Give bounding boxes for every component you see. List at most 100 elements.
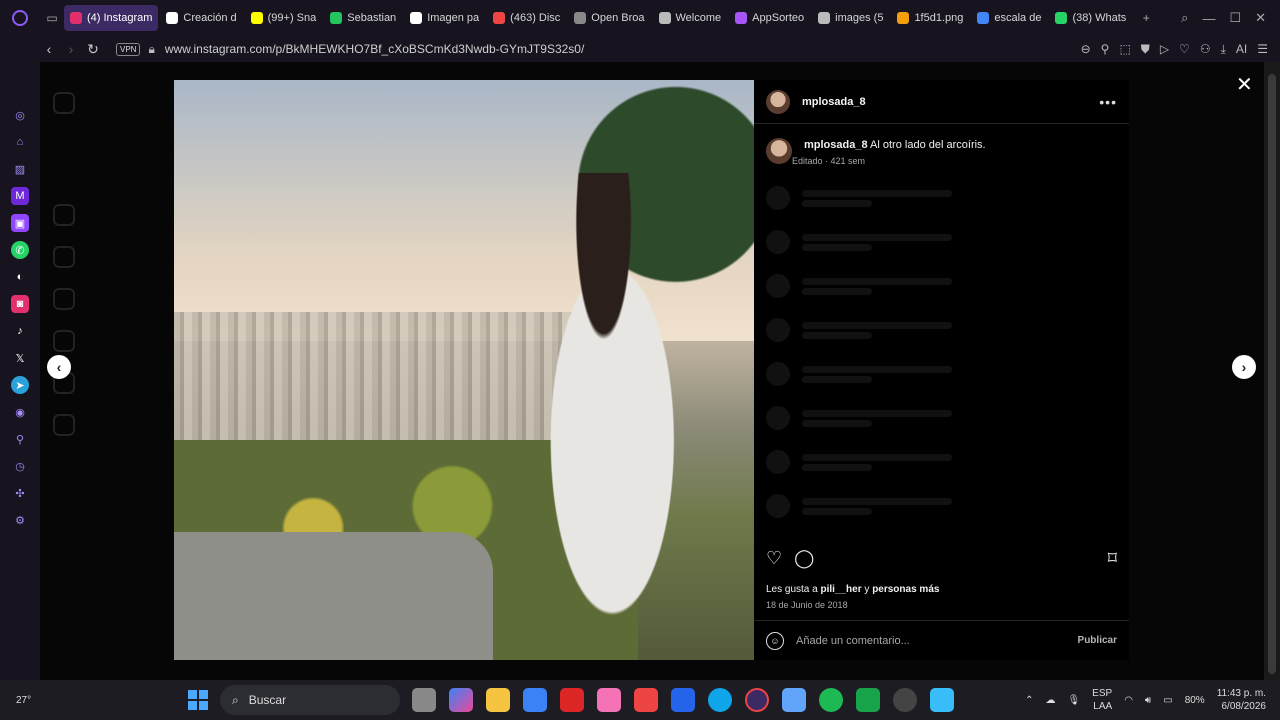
minimize-icon[interactable]: — [1202, 11, 1215, 26]
twitch-icon[interactable]: ▣ [11, 214, 29, 232]
tab-8[interactable]: AppSorteo [729, 5, 810, 31]
pinboard-icon[interactable]: ⚲ [11, 430, 29, 448]
emoji-icon[interactable]: ☺ [766, 631, 784, 650]
opera-logo-icon[interactable] [0, 0, 40, 36]
heart-icon[interactable]: ♡ [1179, 42, 1190, 57]
tab-label: (4) Instagram [87, 12, 153, 24]
maximize-icon[interactable]: ☐ [1229, 10, 1241, 26]
tab-2[interactable]: (99+) Sna [245, 5, 323, 31]
notes-icon[interactable]: ▨ [11, 160, 29, 178]
download-icon[interactable]: ⤓ [1221, 42, 1226, 57]
zoom-icon[interactable]: ⊖ [1081, 42, 1091, 57]
edge-icon[interactable] [708, 688, 732, 712]
app3-icon[interactable] [930, 688, 954, 712]
minecraft-icon[interactable] [856, 688, 880, 712]
ai-button[interactable]: AI [1236, 42, 1247, 57]
comment-bar: ☺ Añade un comentario... Publicar [754, 620, 1129, 660]
app-icon[interactable] [597, 688, 621, 712]
avatar[interactable] [766, 89, 790, 114]
caption-avatar[interactable] [766, 138, 792, 164]
weather-widget[interactable]: 27° [0, 695, 60, 706]
copilot-icon[interactable] [449, 688, 473, 712]
battery-percent: 80% [1184, 694, 1205, 706]
battery-icon[interactable]: ▭ [1163, 695, 1172, 706]
likes-more[interactable]: personas más [872, 584, 939, 595]
tab-10[interactable]: 1f5d1.png [891, 5, 969, 31]
discord-icon[interactable]: ◐ [11, 268, 29, 286]
likes-user[interactable]: pili__her [820, 584, 861, 595]
shield-icon[interactable]: ⛊ [1141, 42, 1150, 57]
save-icon[interactable]: ⌑ [1108, 548, 1117, 569]
publish-button[interactable]: Publicar [1078, 635, 1117, 646]
tab-11[interactable]: escala de [971, 5, 1047, 31]
tab-menu-icon[interactable]: ▭ [40, 0, 64, 36]
file-explorer-icon[interactable] [486, 688, 510, 712]
forward-icon[interactable]: › [60, 41, 82, 57]
settings-icon[interactable]: ⚙ [11, 511, 29, 529]
tab-0[interactable]: (4) Instagram [64, 5, 159, 31]
volume-icon[interactable]: 🔊︎ [1145, 695, 1151, 706]
tab-favicon-icon [574, 12, 587, 24]
tray-chevron-icon[interactable]: ⌃ [1025, 695, 1033, 706]
like-icon[interactable]: ♡ [766, 548, 782, 569]
new-tab-button[interactable]: + [1134, 0, 1158, 36]
pin-icon[interactable]: ⚲ [1101, 42, 1110, 57]
store-icon[interactable] [523, 688, 547, 712]
close-window-icon[interactable]: ✕ [1255, 10, 1266, 26]
start-button[interactable] [188, 690, 208, 710]
tab-12[interactable]: (38) Whats [1049, 5, 1132, 31]
more-options-icon[interactable]: ••• [1099, 94, 1117, 110]
language-indicator[interactable]: ESP LAA [1092, 687, 1112, 713]
tab-7[interactable]: Welcome [653, 5, 728, 31]
prev-post-button[interactable]: ‹ [47, 355, 71, 379]
tab-9[interactable]: images (5 [812, 5, 889, 31]
next-post-button[interactable]: › [1232, 355, 1256, 379]
url-field[interactable]: www.instagram.com/p/BkMHEWKHO7Bf_cXoBSCm… [165, 42, 584, 56]
mic-icon[interactable]: 🎙︎ [1067, 695, 1080, 706]
snapshot-icon[interactable]: ⬚ [1119, 42, 1130, 57]
menu-icon[interactable]: ☰ [1257, 42, 1268, 57]
opera-gx-icon[interactable] [745, 688, 769, 712]
scrollbar[interactable] [1264, 62, 1280, 680]
l-app-icon[interactable] [634, 688, 658, 712]
vpn-badge[interactable]: VPN [116, 42, 141, 56]
reload-icon[interactable]: ↻ [82, 41, 104, 58]
tab-3[interactable]: Sebastian [324, 5, 402, 31]
caption-username[interactable]: mplosada_8 [804, 139, 868, 151]
clock[interactable]: 11:43 p. m. 6/08/2026 [1217, 687, 1266, 713]
player-icon[interactable]: ◉ [11, 403, 29, 421]
taskbar-search[interactable]: ⌕ Buscar [220, 685, 400, 715]
close-modal-icon[interactable]: ✕ [1236, 72, 1253, 97]
wifi-icon[interactable]: ◠ [1124, 695, 1133, 706]
play-icon[interactable]: ▷ [1160, 42, 1169, 57]
tab-5[interactable]: (463) Disc [487, 5, 566, 31]
account-icon[interactable]: ⚇ [1200, 42, 1211, 57]
telegram-icon[interactable]: ➤ [11, 376, 29, 394]
comment-input[interactable]: Añade un comentario... [796, 635, 910, 647]
mcafee-icon[interactable] [560, 688, 584, 712]
history-icon[interactable]: ◷ [11, 457, 29, 475]
messenger-m-icon[interactable]: M [11, 187, 29, 205]
aria-icon[interactable]: ◎ [11, 106, 29, 124]
whatsapp-icon[interactable]: ✆ [11, 241, 29, 259]
search-tabs-icon[interactable]: ⌕ [1181, 10, 1188, 26]
tab-4[interactable]: Imagen pa [404, 5, 485, 31]
search-icon: ⌕ [232, 692, 239, 707]
back-icon[interactable]: ‹ [38, 41, 60, 57]
instagram-icon[interactable]: ◙ [11, 295, 29, 313]
outlook-icon[interactable] [671, 688, 695, 712]
tiktok-icon[interactable]: ♪ [11, 322, 29, 340]
x-icon[interactable]: 𝕏 [11, 349, 29, 367]
workspace-icon[interactable]: ⌂ [11, 133, 29, 151]
onedrive-icon[interactable]: ☁ [1045, 695, 1055, 706]
spotify-icon[interactable] [819, 688, 843, 712]
task-view-icon[interactable] [412, 688, 436, 712]
tab-favicon-icon [897, 12, 910, 24]
tab-1[interactable]: Creación d [160, 5, 242, 31]
post-username[interactable]: mplosada_8 [802, 96, 866, 108]
tab-6[interactable]: Open Broa [568, 5, 650, 31]
photos-icon[interactable] [782, 688, 806, 712]
app2-icon[interactable] [893, 688, 917, 712]
comment-icon[interactable]: ◯ [794, 548, 814, 569]
extensions-icon[interactable]: ✣ [11, 484, 29, 502]
